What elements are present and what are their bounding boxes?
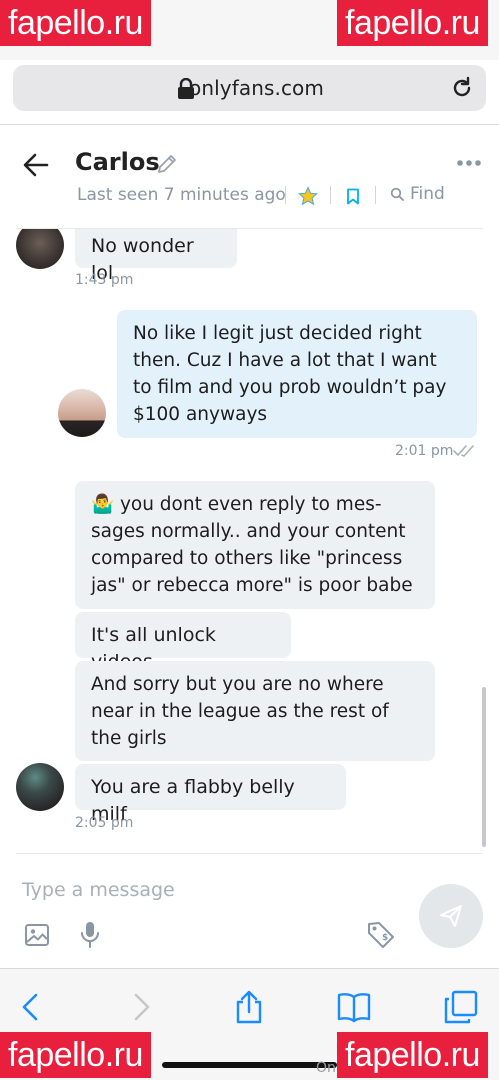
message-time: 1:43 pm bbox=[75, 272, 134, 288]
contact-avatar[interactable] bbox=[16, 763, 64, 811]
lock-icon bbox=[178, 78, 194, 99]
forward-icon[interactable] bbox=[122, 989, 158, 1025]
send-arrow-icon bbox=[440, 905, 462, 927]
message-text: And sorry but you are no where near in t… bbox=[91, 674, 389, 749]
search-icon bbox=[390, 187, 404, 201]
tabs-icon[interactable] bbox=[443, 989, 479, 1025]
incoming-message: No wonder lol bbox=[75, 229, 237, 284]
composer-divider bbox=[16, 853, 483, 854]
message-input[interactable] bbox=[22, 870, 402, 910]
header-divider bbox=[285, 186, 286, 204]
read-checkmarks-icon bbox=[453, 445, 474, 457]
bookmarks-book-icon[interactable] bbox=[336, 989, 372, 1025]
chrome-divider bbox=[0, 124, 499, 125]
message-text: you dont even reply to mes-sages normall… bbox=[91, 494, 413, 596]
incoming-message: You are a flabby belly milf bbox=[75, 764, 346, 825]
home-indicator bbox=[162, 1062, 337, 1068]
message-time: 2:01 pm bbox=[395, 443, 454, 459]
share-icon[interactable] bbox=[231, 989, 267, 1025]
header-divider bbox=[330, 186, 331, 204]
microphone-icon[interactable] bbox=[79, 920, 101, 950]
svg-text:$: $ bbox=[382, 933, 388, 943]
message-text: No like I legit just decided right then.… bbox=[133, 323, 447, 425]
back-icon[interactable] bbox=[14, 989, 50, 1025]
message-time: 2:05 pm bbox=[75, 815, 134, 831]
contact-name[interactable]: Carlos bbox=[75, 148, 160, 176]
outgoing-message: No like I legit just decided right then.… bbox=[117, 310, 477, 438]
message-list[interactable]: No wonder lol 1:43 pm No like I legit ju… bbox=[0, 229, 499, 853]
last-seen-status: Last seen 7 minutes ago bbox=[77, 185, 286, 205]
incoming-message: 🤷‍♂️ you dont even reply to mes-sages no… bbox=[75, 481, 435, 609]
price-tag-icon[interactable]: $ bbox=[366, 920, 396, 950]
user-avatar[interactable] bbox=[58, 389, 106, 437]
url-text: onlyfans.com bbox=[189, 76, 324, 100]
incoming-message: It's all unlock videos bbox=[75, 612, 291, 673]
find-button[interactable]: Find bbox=[390, 184, 445, 204]
shrug-emoji-icon: 🤷‍♂️ bbox=[91, 494, 115, 515]
image-attach-icon[interactable] bbox=[24, 922, 50, 948]
contact-avatar[interactable] bbox=[16, 229, 64, 269]
watermark-top-right: fapello.ru bbox=[337, 0, 488, 46]
reload-icon[interactable] bbox=[450, 76, 474, 100]
watermark-top-left: fapello.ru bbox=[0, 0, 151, 46]
back-arrow-icon[interactable] bbox=[22, 151, 50, 179]
watermark-bottom-right: fapello.ru bbox=[337, 1032, 488, 1078]
send-button[interactable] bbox=[419, 884, 483, 948]
more-options-icon[interactable] bbox=[456, 156, 482, 170]
incoming-message: And sorry but you are no where near in t… bbox=[75, 661, 435, 761]
star-favorite-icon[interactable] bbox=[298, 186, 318, 206]
find-label: Find bbox=[410, 184, 445, 204]
address-bar[interactable]: onlyfans.com bbox=[13, 65, 486, 111]
bookmark-icon[interactable] bbox=[346, 188, 360, 205]
header-divider bbox=[375, 186, 376, 204]
watermark-bottom-left: fapello.ru bbox=[0, 1032, 151, 1078]
edit-pencil-icon[interactable] bbox=[156, 153, 178, 175]
scrollbar[interactable] bbox=[482, 687, 486, 847]
